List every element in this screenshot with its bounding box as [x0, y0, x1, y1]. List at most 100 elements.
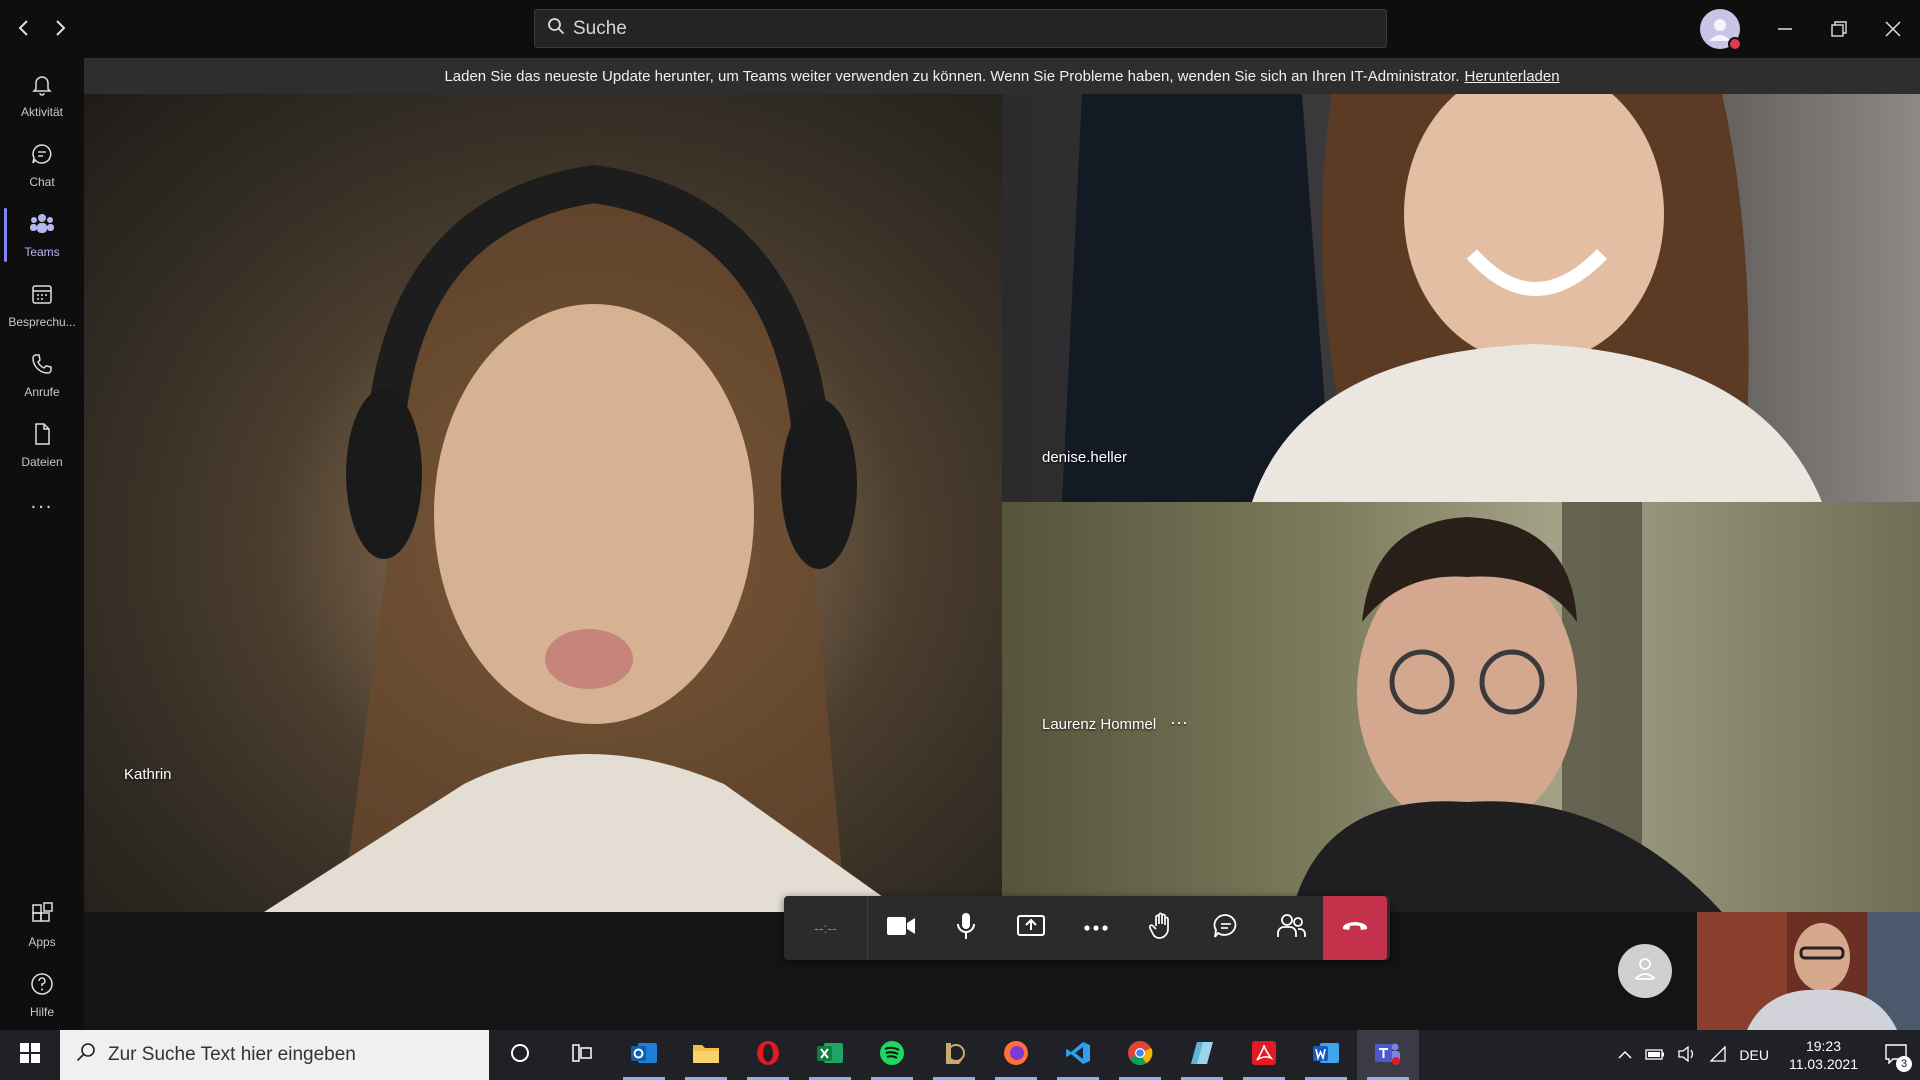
self-view-video: [1697, 912, 1920, 1030]
taskbar-excel[interactable]: [799, 1030, 861, 1080]
clock[interactable]: 19:23 11.03.2021: [1775, 1030, 1872, 1080]
title-bar: [0, 0, 1920, 58]
search-box[interactable]: [534, 9, 1387, 48]
rail-item-help[interactable]: Hilfe: [0, 962, 84, 1028]
video-camera-icon: [886, 915, 916, 942]
clock-date: 11.03.2021: [1788, 1056, 1858, 1072]
vscode-icon: [1065, 1040, 1091, 1071]
restore-icon[interactable]: [1812, 8, 1866, 50]
taskbar-chrome[interactable]: [1109, 1030, 1171, 1080]
search-icon: [76, 1042, 96, 1068]
call-controls: --:--: [784, 896, 1390, 960]
battery-button[interactable]: [1639, 1030, 1671, 1080]
firefox-icon: [1003, 1040, 1029, 1071]
rail-item-label: Aktivität: [20, 104, 63, 119]
update-banner: Laden Sie das neueste Update herunter, u…: [84, 58, 1920, 94]
video-tile-denise[interactable]: denise.heller: [1002, 94, 1920, 502]
share-screen-button[interactable]: [998, 896, 1063, 960]
self-view[interactable]: [1697, 912, 1920, 1030]
phone-icon: [30, 352, 54, 381]
search-input[interactable]: [573, 17, 1333, 40]
show-hidden-icons-button[interactable]: [1611, 1030, 1639, 1080]
taskbar-teams[interactable]: [1357, 1030, 1419, 1080]
taskbar-league[interactable]: [923, 1030, 985, 1080]
forward-arrow-icon[interactable]: [46, 14, 74, 42]
rail-item-label: Chat: [29, 174, 55, 189]
rail-item-label: Besprechu...: [8, 314, 76, 329]
rail-item-meetings[interactable]: Besprechu...: [0, 272, 84, 338]
notification-count-badge: 3: [1896, 1056, 1912, 1072]
taskbar-notes[interactable]: [1171, 1030, 1233, 1080]
rail-item-chat[interactable]: Chat: [0, 132, 84, 198]
action-center-button[interactable]: 3: [1872, 1030, 1920, 1080]
taskbar-file-explorer[interactable]: [675, 1030, 737, 1080]
spotify-icon: [879, 1040, 905, 1071]
hang-up-button[interactable]: [1323, 896, 1387, 960]
taskbar-search[interactable]: Zur Suche Text hier eingeben: [60, 1030, 489, 1080]
rail-item-teams[interactable]: Teams: [0, 202, 84, 268]
call-timer: --:--: [784, 896, 868, 960]
close-icon[interactable]: [1866, 8, 1920, 50]
network-button[interactable]: [1703, 1030, 1733, 1080]
battery-icon: [1645, 1047, 1665, 1063]
teams-icon: [1374, 1040, 1402, 1071]
camera-button[interactable]: [868, 896, 933, 960]
task-view-button[interactable]: [551, 1030, 613, 1080]
cortana-button[interactable]: [489, 1030, 551, 1080]
chat-button[interactable]: [1193, 896, 1258, 960]
chat-icon: [1212, 913, 1240, 944]
taskbar-firefox[interactable]: [985, 1030, 1047, 1080]
windows-taskbar: Zur Suche Text hier eingeben DEU 19:23 1…: [0, 1030, 1920, 1080]
rail-item-label: Hilfe: [29, 1004, 54, 1019]
rail-item-activity[interactable]: Aktivität: [0, 62, 84, 128]
taskbar-word[interactable]: [1295, 1030, 1357, 1080]
microphone-button[interactable]: [933, 896, 998, 960]
app-rail: Aktivität Chat Teams Besprechu... Anrufe…: [0, 58, 84, 1030]
rail-item-calls[interactable]: Anrufe: [0, 342, 84, 408]
windows-logo-icon: [20, 1042, 40, 1068]
taskbar-acrobat[interactable]: [1233, 1030, 1295, 1080]
view-avatar-button[interactable]: [1618, 944, 1672, 998]
participant-silhouette: [1292, 502, 1722, 912]
participant-more-button[interactable]: ···: [1170, 712, 1188, 733]
opera-icon: [755, 1040, 781, 1071]
task-view-icon: [571, 1042, 593, 1069]
outlook-icon: [630, 1040, 658, 1071]
excel-icon: [816, 1040, 844, 1071]
user-avatar[interactable]: [1700, 9, 1742, 51]
more-actions-button[interactable]: [1063, 896, 1128, 960]
taskbar-spotify[interactable]: [861, 1030, 923, 1080]
rail-item-files[interactable]: Dateien: [0, 412, 84, 478]
banner-text: Laden Sie das neueste Update herunter, u…: [444, 67, 1460, 85]
chevron-up-icon: [1617, 1047, 1633, 1063]
rail-item-apps[interactable]: Apps: [0, 892, 84, 958]
folder-icon: [692, 1041, 720, 1070]
volume-button[interactable]: [1671, 1030, 1703, 1080]
minimize-icon[interactable]: [1758, 8, 1812, 50]
participant-name: Laurenz Hommel: [1042, 716, 1157, 733]
rail-item-label: Apps: [28, 934, 56, 949]
raise-hand-button[interactable]: [1128, 896, 1193, 960]
back-arrow-icon[interactable]: [10, 14, 38, 42]
video-tile-kathrin[interactable]: Kathrin: [84, 94, 1002, 912]
rail-more-button[interactable]: ...: [0, 482, 84, 522]
teams-icon: [29, 212, 55, 241]
taskbar-opera[interactable]: [737, 1030, 799, 1080]
taskbar-outlook[interactable]: [613, 1030, 675, 1080]
microphone-icon: [955, 912, 977, 945]
taskbar-search-placeholder: Zur Suche Text hier eingeben: [108, 1044, 356, 1065]
video-tile-laurenz[interactable]: Laurenz Hommel ···: [1002, 502, 1920, 912]
participants-button[interactable]: [1258, 896, 1323, 960]
raise-hand-icon: [1148, 912, 1173, 945]
language-indicator[interactable]: DEU: [1733, 1030, 1775, 1080]
start-button[interactable]: [0, 1030, 60, 1080]
cortana-icon: [509, 1042, 531, 1069]
file-icon: [30, 422, 54, 451]
taskbar-vscode[interactable]: [1047, 1030, 1109, 1080]
participant-name: Kathrin: [124, 766, 172, 783]
download-link[interactable]: Herunterladen: [1465, 68, 1560, 85]
share-screen-icon: [1016, 914, 1045, 943]
chat-icon: [30, 142, 54, 171]
hang-up-icon: [1341, 919, 1369, 938]
rail-item-label: Teams: [24, 244, 60, 259]
